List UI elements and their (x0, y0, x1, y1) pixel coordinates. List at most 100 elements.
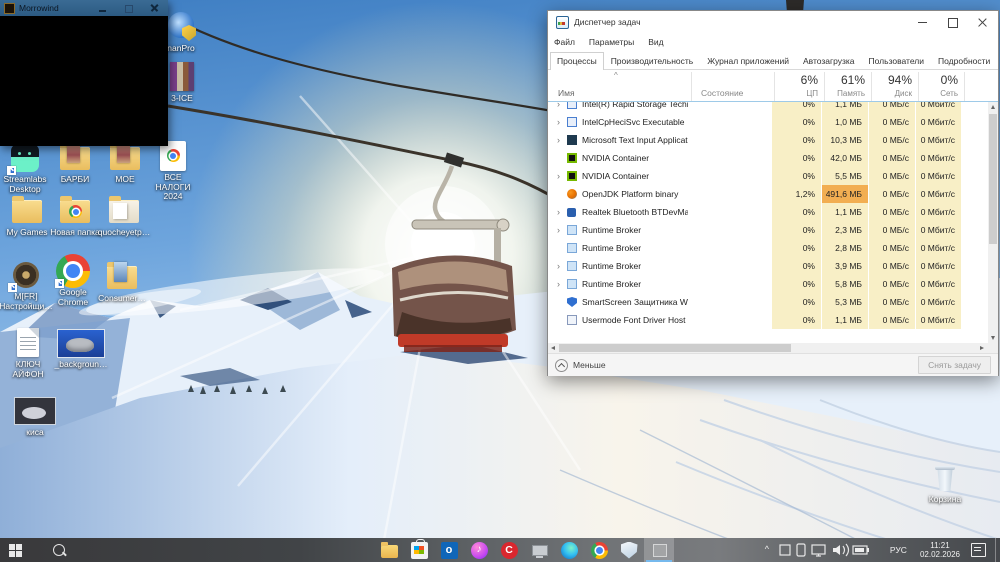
table-row[interactable]: › Realtek Bluetooth BTDevManag… 0% 1,1 М… (548, 203, 998, 221)
action-center-icon[interactable] (971, 543, 986, 557)
close-button[interactable] (146, 2, 164, 14)
vertical-scrollbar[interactable] (988, 102, 998, 343)
chevron-up-circle-icon[interactable] (555, 359, 568, 372)
table-row[interactable]: › Runtime Broker 0% 2,3 МБ 0 МБ/с 0 Мбит… (548, 221, 998, 239)
tab-processes[interactable]: Процессы (550, 52, 604, 70)
outlook-icon: o (441, 542, 458, 559)
desktop-icon-consumer[interactable]: Consumer… (95, 262, 149, 304)
task-manager-titlebar[interactable]: Диспетчер задач (548, 11, 998, 33)
scrollbar-thumb[interactable] (559, 344, 791, 352)
morrowind-window[interactable]: Morrowind (0, 0, 168, 146)
tab-details[interactable]: Подробности (931, 52, 997, 69)
column-network[interactable]: 0% Сеть (918, 70, 964, 101)
scroll-left-icon[interactable] (551, 346, 555, 350)
window-title: Morrowind (19, 3, 86, 13)
start-button[interactable] (0, 538, 30, 562)
tab-startup[interactable]: Автозагрузка (796, 52, 862, 69)
process-icon (567, 261, 582, 271)
end-task-button[interactable]: Снять задачу (918, 356, 991, 374)
column-name[interactable]: Имя (558, 88, 575, 98)
menu-file[interactable]: Файл (554, 37, 575, 47)
hidden-icons-chevron[interactable]: ^ (759, 544, 775, 554)
taskbar-active-window-button[interactable] (644, 538, 674, 562)
taskbar-outlook[interactable]: o (434, 538, 464, 562)
desktop-icon-qfolder[interactable]: quocheyetp… (97, 196, 151, 238)
process-name: NVIDIA Container (582, 153, 688, 163)
column-disk[interactable]: 94% Диск (871, 70, 918, 101)
desktop-icon-streamlabs[interactable]: Streamlabs Desktop (0, 143, 52, 194)
taskbar-chrome[interactable] (584, 538, 614, 562)
desktop-icon-barbi[interactable]: БАРБИ (48, 143, 102, 185)
maximize-button[interactable] (120, 2, 138, 14)
desktop-icon-nalogi[interactable]: ВСЕ НАЛОГИ 2024 (146, 141, 200, 202)
desktop-icon-recycle-bin[interactable]: Корзина (918, 463, 972, 505)
taskbar-file-explorer[interactable] (374, 538, 404, 562)
expand-chevron-icon[interactable]: › (557, 102, 567, 109)
minimize-button[interactable] (94, 2, 112, 14)
column-memory[interactable]: 61% Память (824, 70, 871, 101)
expand-chevron-icon[interactable]: › (557, 261, 567, 271)
tab-app-history[interactable]: Журнал приложений (700, 52, 796, 69)
taskbar-edge[interactable] (554, 538, 584, 562)
cpu-cell: 0% (771, 221, 821, 239)
expand-chevron-icon[interactable]: › (557, 225, 567, 235)
desktop-icon-klyuch[interactable]: КЛЮЧ АЙФОН (1, 328, 55, 379)
expand-chevron-icon[interactable]: › (557, 171, 567, 181)
column-status[interactable]: Состояние (701, 88, 743, 98)
minimize-button[interactable] (908, 12, 938, 32)
table-row[interactable]: › NVIDIA Container 0% 42,0 МБ 0 МБ/с 0 М… (548, 149, 998, 167)
scroll-right-icon[interactable] (980, 346, 984, 350)
column-cpu[interactable]: 6% ЦП (774, 70, 824, 101)
tab-performance[interactable]: Производительность (604, 52, 701, 69)
maximize-button[interactable] (938, 12, 968, 32)
menu-bar: Файл Параметры Вид (548, 33, 998, 51)
scrollbar-thumb[interactable] (989, 114, 997, 244)
memory-cell: 5,3 МБ (821, 293, 868, 311)
shortcut-arrow-icon (55, 279, 64, 288)
close-button[interactable] (968, 12, 998, 32)
clock[interactable]: 11:21 02.02.2026 (914, 541, 966, 559)
tab-users[interactable]: Пользователи (862, 52, 931, 69)
table-row[interactable]: › NVIDIA Container 0% 5,5 МБ 0 МБ/с 0 Мб… (548, 167, 998, 185)
table-row[interactable]: › Usermode Font Driver Host 0% 1,1 МБ 0 … (548, 311, 998, 329)
table-row[interactable]: › SmartScreen Защитника Windo… 0% 5,3 МБ… (548, 293, 998, 311)
table-row[interactable]: › Microsoft Text Input Application 0% 10… (548, 131, 998, 149)
folder-icon (12, 196, 42, 226)
expand-chevron-icon[interactable]: › (557, 135, 567, 145)
table-row[interactable]: › Runtime Broker 0% 5,8 МБ 0 МБ/с 0 Мбит… (548, 275, 998, 293)
table-row[interactable]: › OpenJDK Platform binary 1,2% 491,6 МБ … (548, 185, 998, 203)
network-cell: 0 Мбит/с (915, 167, 961, 185)
horizontal-scrollbar[interactable] (548, 343, 998, 353)
table-row[interactable]: › Runtime Broker 0% 3,9 МБ 0 МБ/с 0 Мбит… (548, 257, 998, 275)
menu-options[interactable]: Параметры (589, 37, 634, 47)
date: 02.02.2026 (920, 550, 960, 559)
table-row[interactable]: › Intel(R) Rapid Storage Technolo… 0% 1,… (548, 102, 998, 113)
morrowind-titlebar[interactable]: Morrowind (0, 0, 168, 16)
desktop-icon-newfolder[interactable]: Новая папка (48, 196, 102, 238)
desktop-icon-kisa[interactable]: киса (8, 396, 62, 438)
desktop-icon-moe[interactable]: МОЕ (98, 143, 152, 185)
show-desktop-button[interactable] (995, 538, 1000, 562)
taskbar-defender[interactable] (614, 538, 644, 562)
process-icon (567, 225, 582, 235)
table-row[interactable]: › IntelCpHeciSvc Executable 0% 1,0 МБ 0 … (548, 113, 998, 131)
expand-chevron-icon[interactable]: › (557, 117, 567, 127)
table-row[interactable]: › Runtime Broker 0% 2,8 МБ 0 МБ/с 0 Мбит… (548, 239, 998, 257)
search-button[interactable] (44, 538, 74, 562)
taskbar-remote-desktop[interactable] (524, 538, 554, 562)
desktop-icon-mygames[interactable]: My Games (0, 196, 54, 238)
taskbar-store[interactable] (404, 538, 434, 562)
fewer-details-toggle[interactable]: Меньше (573, 360, 918, 370)
expand-chevron-icon[interactable]: › (557, 279, 567, 289)
menu-view[interactable]: Вид (648, 37, 663, 47)
desktop-icon-chrome[interactable]: Google Chrome (46, 256, 100, 307)
expand-chevron-icon[interactable]: › (557, 207, 567, 217)
scroll-up-icon[interactable] (991, 105, 995, 109)
language-indicator[interactable]: РУС (883, 545, 914, 555)
taskbar-ccleaner[interactable]: C (494, 538, 524, 562)
process-icon (567, 189, 582, 199)
taskbar-itunes[interactable]: ♪ (464, 538, 494, 562)
scroll-down-icon[interactable] (991, 336, 995, 340)
tray-icons[interactable] (779, 542, 879, 558)
desktop-icon-background[interactable]: _backgroun… (54, 328, 108, 370)
